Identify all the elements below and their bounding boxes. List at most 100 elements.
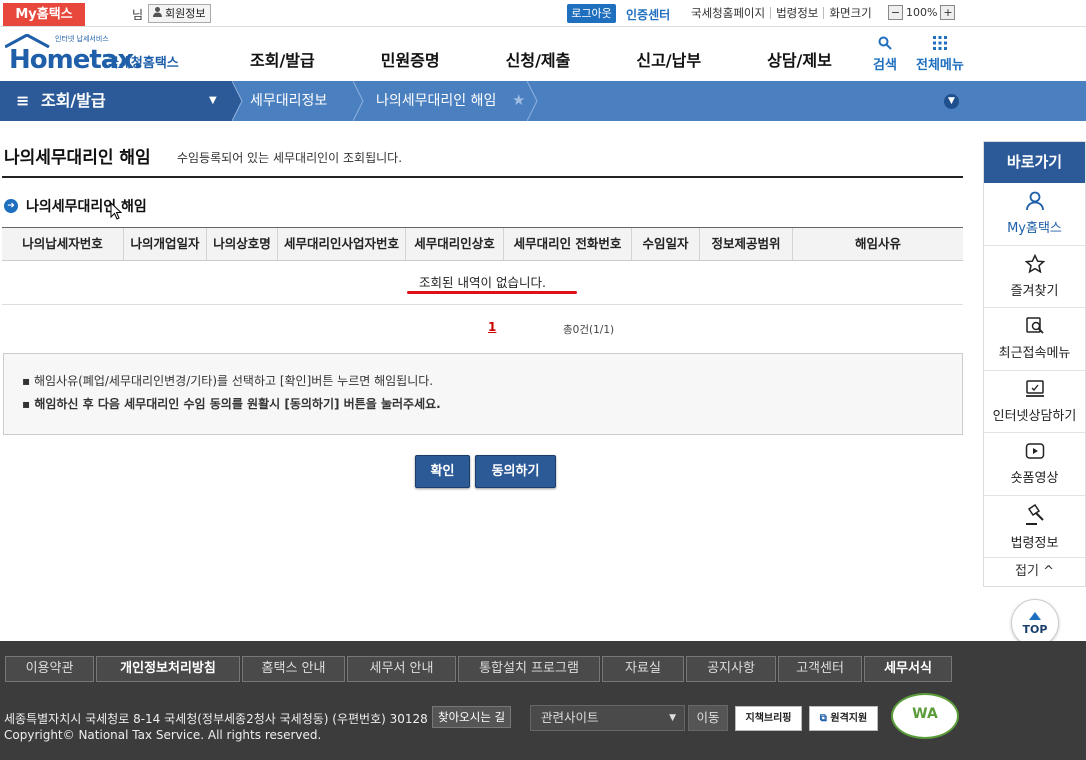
info-line-1: ▪ 해임사유(폐업/세무대리인변경/기타)를 선택하고 [확인]버튼 누르면 해…	[22, 374, 434, 388]
section-title-text: 나의세무대리인 해임	[26, 199, 147, 215]
related-sites-value: 관련사이트	[541, 710, 599, 725]
screen-size-label: 화면크기	[823, 7, 876, 19]
recent-search-icon	[1025, 317, 1044, 334]
hometax-page: { "util": { "myhome_tab": "My홈택스", "nim"…	[0, 0, 1086, 760]
footer-link-hometax-guide[interactable]: 홈택스 안내	[242, 656, 345, 682]
info-line-1-text: 해임사유(폐업/세무대리인변경/기타)를 선택하고 [확인]버튼 누르면 해임됩…	[33, 374, 434, 388]
gnb-apply-submit[interactable]: 신청/제출	[506, 47, 571, 71]
quick-item-label: 법령정보	[1010, 535, 1059, 551]
breadcrumb-level3[interactable]: 나의세무대리인 해임	[376, 81, 496, 121]
quick-item-label: 숏폼영상	[1010, 471, 1059, 486]
gnb-consult[interactable]: 상담/제보	[767, 47, 832, 71]
chevron-down-icon[interactable]: ▼	[944, 94, 959, 109]
column-header[interactable]: 정보제공범위	[699, 228, 792, 260]
logout-button[interactable]: 로그아웃	[567, 4, 616, 23]
footer: 이용약관 개인정보처리방침 홈택스 안내 세무서 안내 통합설치 프로그램 자료…	[0, 641, 1086, 760]
monitor-icon	[1025, 379, 1044, 397]
quick-item-favorites[interactable]: 즐겨찾기	[984, 246, 1085, 308]
myhometax-tab[interactable]: My홈택스	[3, 3, 85, 26]
column-header[interactable]: 나의상호명	[206, 228, 277, 260]
gnb-inquiry-issue[interactable]: 조회/발급	[250, 47, 315, 71]
go-button[interactable]: 이동	[688, 705, 728, 731]
person-icon	[1025, 191, 1044, 211]
column-header[interactable]: 세무대리인사업자번호	[277, 228, 405, 260]
search-tool[interactable]: 검색	[873, 36, 897, 73]
footer-link-install-program[interactable]: 통합설치 프로그램	[458, 656, 600, 682]
quick-item-recent-menu[interactable]: 최근접속메뉴	[984, 308, 1085, 371]
arrow-circle-icon: ➜	[4, 199, 18, 213]
caret-down-icon: ▼	[209, 95, 217, 106]
footer-copyright: Copyright© National Tax Service. All rig…	[4, 728, 322, 742]
red-underline-annotation	[407, 291, 577, 294]
quick-item-shortform[interactable]: 숏폼영상	[984, 433, 1085, 496]
remote-support-link[interactable]: ⧉ 원격지원	[809, 706, 878, 731]
column-header[interactable]: 세무대리인상호	[405, 228, 503, 260]
footer-link-notice[interactable]: 공지사항	[686, 656, 776, 682]
gnb-report-pay[interactable]: 신고/납부	[636, 47, 701, 71]
info-box: ▪ 해임사유(폐업/세무대리인변경/기타)를 선택하고 [확인]버튼 누르면 해…	[3, 353, 963, 435]
user-suffix: 님	[132, 8, 144, 22]
column-header[interactable]: 나의납세자번호	[2, 228, 123, 260]
gnb-certificate[interactable]: 민원증명	[381, 47, 440, 71]
favorite-star-icon[interactable]: ★	[512, 91, 525, 109]
page-number-current[interactable]: 1	[488, 320, 496, 334]
page-title: 나의세무대리인 해임	[4, 148, 151, 168]
zoom-control: − 100% +	[888, 5, 956, 20]
law-info-link[interactable]: 법령정보	[770, 7, 823, 19]
remote-support-label: 원격지원	[830, 713, 868, 724]
title-divider	[2, 176, 963, 178]
gavel-icon	[1025, 503, 1044, 525]
zoom-out-button[interactable]: −	[888, 5, 903, 20]
column-header[interactable]: 나의개업일자	[123, 228, 206, 260]
allmenu-tool[interactable]: 전체메뉴	[916, 36, 964, 73]
column-header[interactable]: 세무대리인 전화번호	[503, 228, 631, 260]
member-info-button[interactable]: 회원정보	[148, 4, 212, 23]
nts-homepage-link[interactable]: 국세청홈페이지	[686, 7, 770, 19]
arrow-up-icon	[1029, 612, 1041, 620]
footer-link-tax-forms[interactable]: 세무서식	[864, 656, 952, 682]
footer-link-library[interactable]: 자료실	[602, 656, 684, 682]
breadcrumb-level2[interactable]: 세무대리정보	[250, 81, 327, 121]
footer-link-customer-center[interactable]: 고객센터	[778, 656, 862, 682]
hamburger-icon: ≡	[16, 91, 30, 110]
quick-item-label: 최근접속메뉴	[998, 346, 1071, 361]
breadcrumb-level1[interactable]: ≡ 조회/발급 ▼	[0, 81, 232, 121]
agree-button[interactable]: 동의하기	[475, 455, 556, 488]
quick-menu-title: 바로가기	[984, 142, 1085, 183]
dropdown-arrow-icon: ▼	[669, 713, 676, 723]
quick-menu-fold-button[interactable]: 접기 ^	[984, 558, 1085, 586]
footer-link-terms[interactable]: 이용약관	[5, 656, 94, 682]
wa-certification-mark: WA	[891, 693, 959, 739]
footer-link-privacy[interactable]: 개인정보처리방침	[96, 656, 240, 682]
search-icon	[878, 36, 892, 50]
hometax-logo[interactable]: 인터넷 납세서비스 Hometax. 국세청홈택스	[3, 33, 188, 78]
quick-item-online-consult[interactable]: 인터넷상담하기	[984, 371, 1085, 433]
related-sites-select[interactable]: 관련사이트 ▼	[530, 705, 685, 731]
find-way-button[interactable]: 찾아오시는 길	[432, 706, 512, 728]
quick-item-law-info[interactable]: 법령정보	[984, 496, 1085, 558]
column-header[interactable]: 수임일자	[631, 228, 699, 260]
utility-links: 국세청홈페이지 법령정보 화면크기	[686, 7, 877, 19]
star-icon	[1024, 253, 1045, 273]
breadcrumb-separator-icon	[527, 81, 538, 121]
breadcrumb-separator-icon	[353, 81, 364, 121]
breadcrumb: ≡ 조회/발급 ▼ 세무대리정보 나의세무대리인 해임 ★ ▼	[0, 81, 1086, 121]
empty-message: 조회된 내역이 없습니다.	[419, 275, 546, 290]
zoom-value: 100%	[906, 6, 938, 19]
user-icon	[152, 5, 163, 22]
quick-item-myhometax[interactable]: My홈택스	[984, 183, 1085, 246]
section-title: ➜ 나의세무대리인 해임	[4, 196, 147, 216]
footer-link-taxoffice-guide[interactable]: 세무서 안내	[347, 656, 456, 682]
policy-briefing-link[interactable]: 지책브리핑	[735, 706, 802, 731]
quick-menu: 바로가기 My홈택스 즐겨찾기 최근접속메뉴 인터넷상담하기 숏폼영상 법령정보…	[983, 141, 1086, 587]
zoom-in-button[interactable]: +	[940, 5, 956, 20]
scroll-top-button[interactable]: TOP	[1011, 599, 1059, 647]
mouse-cursor-icon	[110, 202, 122, 220]
quick-item-label: My홈택스	[1007, 221, 1062, 236]
cert-center-link[interactable]: 인증센터	[626, 6, 670, 23]
column-header[interactable]: 해임사유	[792, 228, 963, 260]
grid-menu-icon	[932, 36, 947, 50]
quick-item-label: 즐겨찾기	[1010, 283, 1059, 299]
info-line-2: ▪ 해임하신 후 다음 세무대리인 수임 동의를 원활시 [동의하기] 버튼을 …	[22, 397, 441, 411]
confirm-button[interactable]: 확인	[415, 455, 470, 488]
